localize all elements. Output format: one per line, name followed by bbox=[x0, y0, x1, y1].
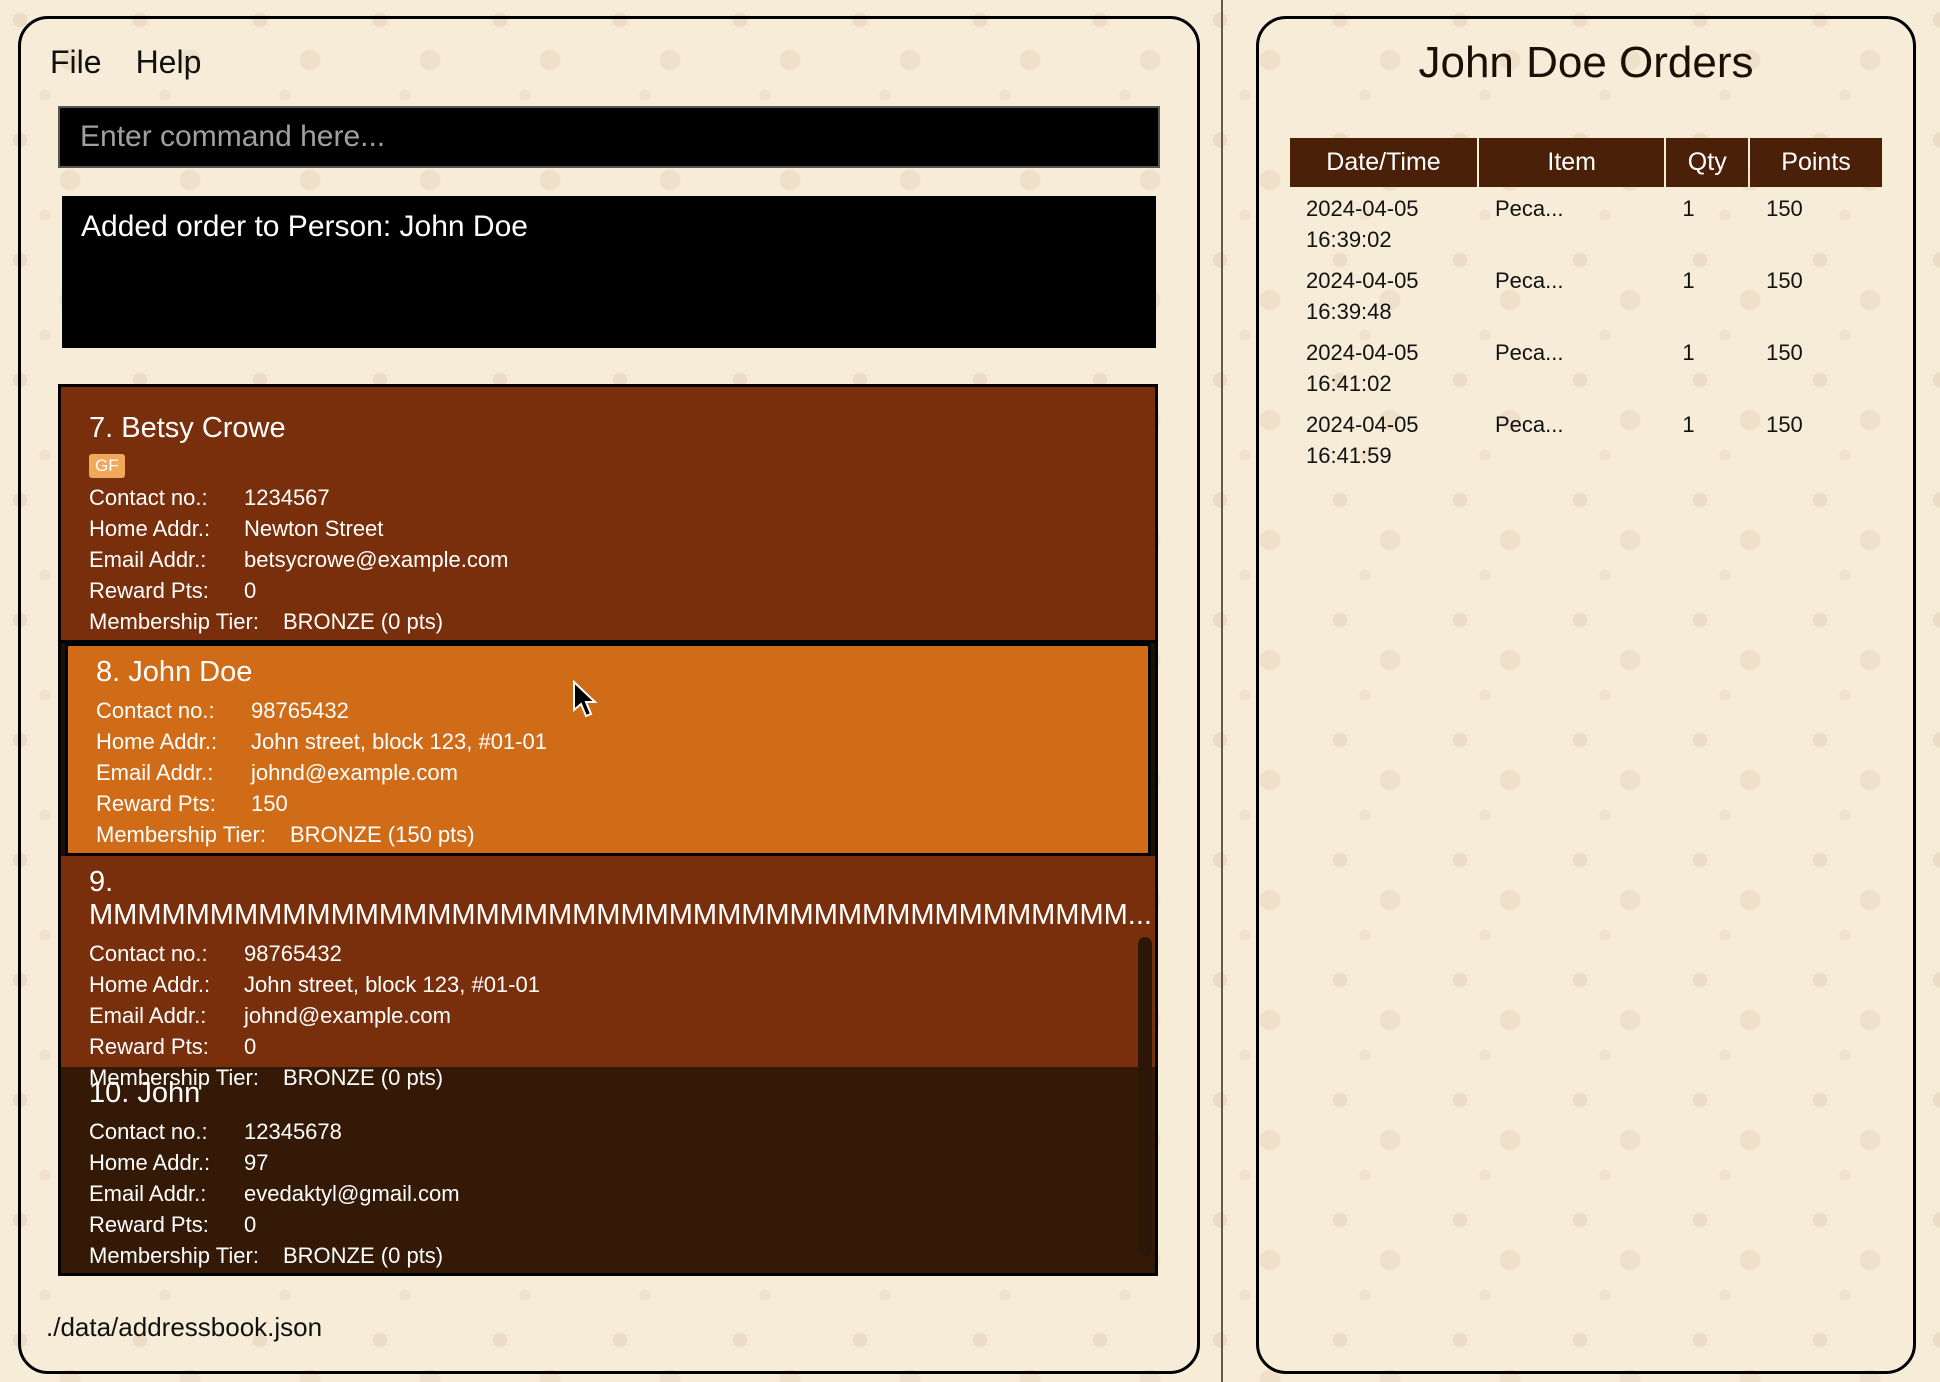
email-value: betsycrowe@example.com bbox=[244, 546, 509, 572]
header-datetime[interactable]: Date/Time bbox=[1290, 138, 1477, 187]
result-display: Added order to Person: John Doe bbox=[62, 196, 1156, 348]
person-name: 7. Betsy Crowe bbox=[89, 412, 286, 444]
header-points[interactable]: Points bbox=[1750, 138, 1882, 187]
command-input[interactable] bbox=[58, 106, 1160, 168]
person-name: 8. John Doe bbox=[96, 656, 253, 688]
cell-datetime: 2024-04-05 16:39:48 bbox=[1290, 259, 1477, 331]
person-list[interactable]: 7. Betsy Crowe GF Contact no.: 1234567 Ho… bbox=[58, 384, 1158, 1276]
help-menu[interactable]: Help bbox=[136, 44, 202, 81]
tier-value: BRONZE (0 pts) bbox=[283, 1064, 444, 1090]
email-label: Email Addr.: bbox=[89, 1002, 207, 1028]
menu-bar: File Help bbox=[50, 44, 201, 81]
cell-item: Peca... bbox=[1495, 196, 1564, 221]
table-row[interactable]: 2024-04-05 16:39:48 Peca... 1 150 bbox=[1290, 259, 1882, 331]
reward-value: 150 bbox=[251, 790, 288, 816]
contact-label: Contact no.: bbox=[89, 1118, 208, 1144]
panel-divider[interactable] bbox=[1221, 0, 1223, 1382]
contact-value: 12345678 bbox=[244, 1118, 342, 1144]
contact-value: 98765432 bbox=[244, 940, 342, 966]
file-menu[interactable]: File bbox=[50, 44, 102, 81]
contact-label: Contact no.: bbox=[96, 697, 215, 723]
home-label: Home Addr.: bbox=[96, 728, 218, 754]
tier-value: BRONZE (150 pts) bbox=[290, 821, 475, 847]
status-bar-path: ./data/addressbook.json bbox=[46, 1312, 323, 1342]
header-item[interactable]: Item bbox=[1479, 138, 1665, 187]
cell-item: Peca... bbox=[1495, 340, 1564, 365]
cell-date: 2024-04-05 bbox=[1306, 196, 1419, 221]
email-value: evedaktyl@gmail.com bbox=[244, 1180, 460, 1206]
orders-table: Date/Time Item Qty Points 2024-04-05 16:3… bbox=[1288, 138, 1884, 475]
tier-value: BRONZE (0 pts) bbox=[283, 1242, 444, 1268]
cell-time: 16:41:02 bbox=[1306, 371, 1392, 396]
header-qty[interactable]: Qty bbox=[1666, 138, 1749, 187]
email-label: Email Addr.: bbox=[96, 759, 214, 785]
list-item-partial bbox=[61, 387, 1155, 402]
cell-item: Peca... bbox=[1495, 268, 1564, 293]
table-row[interactable]: 2024-04-05 16:41:02 Peca... 1 150 bbox=[1290, 331, 1882, 403]
mouse-cursor-icon bbox=[573, 680, 598, 718]
tier-label: Membership Tier: bbox=[89, 1242, 259, 1268]
reward-value: 0 bbox=[244, 577, 257, 603]
reward-label: Reward Pts: bbox=[96, 790, 216, 816]
table-row[interactable]: 2024-04-05 16:39:02 Peca... 1 150 bbox=[1290, 187, 1882, 259]
cell-points: 150 bbox=[1766, 340, 1803, 365]
cell-datetime: 2024-04-05 16:41:59 bbox=[1290, 403, 1477, 475]
home-value: John street, block 123, #01-01 bbox=[251, 728, 547, 754]
cell-date: 2024-04-05 bbox=[1306, 340, 1419, 365]
person-name: 9. MMMMMMMMMMMMMMMMMMMMMMMMMMMMMMMMMMMMM… bbox=[89, 866, 1152, 931]
home-value: John street, block 123, #01-01 bbox=[244, 971, 540, 997]
cell-datetime: 2024-04-05 16:41:02 bbox=[1290, 331, 1477, 403]
list-scrollbar[interactable] bbox=[1138, 937, 1152, 1257]
orders-title: John Doe Orders bbox=[1418, 38, 1754, 87]
cell-time: 16:39:02 bbox=[1306, 227, 1392, 252]
contact-value: 1234567 bbox=[244, 484, 330, 510]
cell-points: 150 bbox=[1766, 268, 1803, 293]
home-label: Home Addr.: bbox=[89, 515, 211, 541]
home-value: Newton Street bbox=[244, 515, 384, 541]
cell-points: 150 bbox=[1766, 412, 1803, 437]
result-message: Added order to Person: John Doe bbox=[81, 210, 528, 243]
tier-label: Membership Tier: bbox=[96, 821, 266, 847]
cell-qty: 1 bbox=[1682, 196, 1695, 221]
email-label: Email Addr.: bbox=[89, 546, 207, 572]
cell-date: 2024-04-05 bbox=[1306, 412, 1419, 437]
home-label: Home Addr.: bbox=[89, 971, 211, 997]
reward-label: Reward Pts: bbox=[89, 577, 209, 603]
cell-time: 16:41:59 bbox=[1306, 443, 1392, 468]
person-card-selected[interactable]: 8. John Doe Contact no.: 98765432 Home Ad… bbox=[65, 643, 1151, 856]
cell-item: Peca... bbox=[1495, 412, 1564, 437]
person-card[interactable]: 9. MMMMMMMMMMMMMMMMMMMMMMMMMMMMMMMMMMMMM… bbox=[61, 856, 1155, 1090]
email-label: Email Addr.: bbox=[89, 1180, 207, 1206]
contact-value: 98765432 bbox=[251, 697, 349, 723]
tier-value: BRONZE (0 pts) bbox=[283, 608, 444, 634]
cell-datetime: 2024-04-05 16:39:02 bbox=[1290, 187, 1477, 259]
person-card[interactable]: 10. John Contact no.: 12345678 Home Addr.… bbox=[61, 1067, 1155, 1273]
cell-date: 2024-04-05 bbox=[1306, 268, 1419, 293]
contact-label: Contact no.: bbox=[89, 484, 208, 510]
reward-label: Reward Pts: bbox=[89, 1033, 209, 1059]
cell-time: 16:39:48 bbox=[1306, 299, 1392, 324]
reward-value: 0 bbox=[244, 1033, 257, 1059]
home-label: Home Addr.: bbox=[89, 1149, 211, 1175]
cell-points: 150 bbox=[1766, 196, 1803, 221]
email-value: johnd@example.com bbox=[244, 1002, 451, 1028]
tag-badge: GF bbox=[89, 454, 125, 478]
cell-qty: 1 bbox=[1682, 412, 1695, 437]
person-card[interactable]: 7. Betsy Crowe GF Contact no.: 1234567 Ho… bbox=[61, 402, 1155, 643]
reward-label: Reward Pts: bbox=[89, 1211, 209, 1237]
contact-label: Contact no.: bbox=[89, 940, 208, 966]
table-row[interactable]: 2024-04-05 16:41:59 Peca... 1 150 bbox=[1290, 403, 1882, 475]
home-value: 97 bbox=[244, 1149, 269, 1175]
cell-qty: 1 bbox=[1682, 268, 1695, 293]
reward-value: 0 bbox=[244, 1211, 257, 1237]
tier-label: Membership Tier: bbox=[89, 608, 259, 634]
email-value: johnd@example.com bbox=[251, 759, 458, 785]
cell-qty: 1 bbox=[1682, 340, 1695, 365]
